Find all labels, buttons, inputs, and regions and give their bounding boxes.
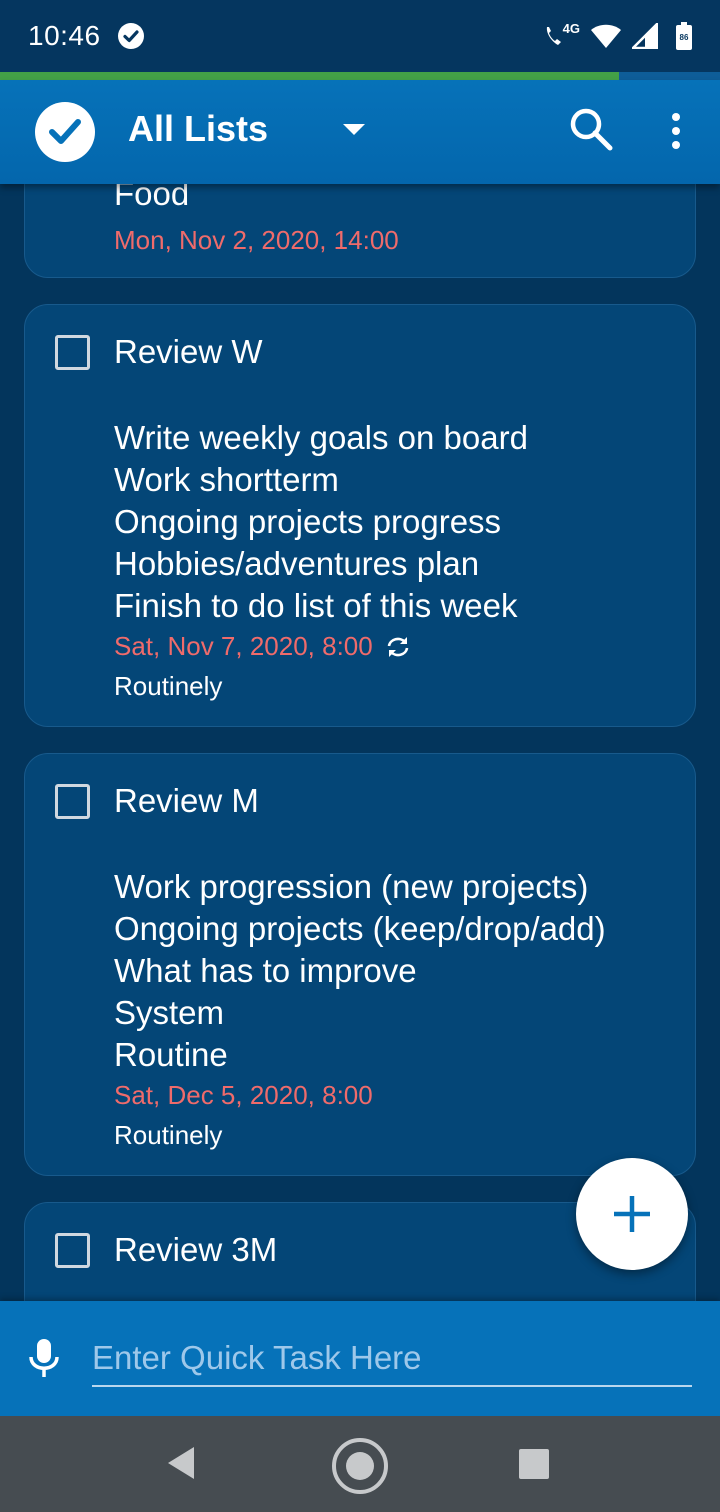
plus-icon bbox=[614, 1196, 650, 1232]
task-notes: Write weekly goals on board Work shortte… bbox=[114, 417, 528, 627]
task-title[interactable]: Review 3M bbox=[114, 1231, 277, 1269]
task-list[interactable]: Food Mon, Nov 2, 2020, 14:00 Review W Wr… bbox=[0, 184, 720, 1301]
task-checkbox[interactable] bbox=[55, 1233, 90, 1268]
task-title[interactable]: Food bbox=[114, 184, 189, 213]
task-note-line: Routine bbox=[114, 1036, 228, 1073]
task-card[interactable]: Review W Write weekly goals on board Wor… bbox=[24, 304, 696, 727]
app-logo-check-icon[interactable] bbox=[35, 102, 95, 162]
task-due-date-text: Sat, Nov 7, 2020, 8:00 bbox=[114, 631, 373, 661]
task-due-date: Mon, Nov 2, 2020, 14:00 bbox=[114, 225, 399, 256]
task-note-line: Ongoing projects (keep/drop/add) bbox=[114, 910, 606, 947]
status-bar: 10:46 4G 86 bbox=[0, 0, 720, 72]
task-title[interactable]: Review W bbox=[114, 333, 263, 371]
task-repeat-label: Routinely bbox=[114, 1120, 223, 1150]
task-checkbox[interactable] bbox=[55, 784, 90, 819]
app-bar: All Lists bbox=[0, 80, 720, 184]
repeat-icon bbox=[387, 636, 409, 657]
task-note-line: What has to improve bbox=[114, 952, 417, 989]
task-note-line: Hobbies/adventures plan bbox=[114, 545, 480, 582]
phone-4g-icon: 4G bbox=[543, 21, 580, 49]
task-note-line: System bbox=[114, 994, 225, 1031]
network-label: 4G bbox=[562, 21, 580, 36]
search-icon[interactable] bbox=[568, 106, 614, 152]
status-time: 10:46 bbox=[28, 20, 101, 51]
more-vert-icon[interactable] bbox=[664, 106, 688, 156]
wifi-icon bbox=[591, 24, 621, 48]
task-due-date-text: Mon, Nov 2, 2020, 14:00 bbox=[114, 225, 399, 255]
task-due-date: Sat, Dec 5, 2020, 8:00 bbox=[114, 1080, 373, 1111]
nav-home-icon[interactable] bbox=[331, 1437, 389, 1495]
task-repeat-label: Routinely bbox=[114, 671, 223, 701]
task-card[interactable]: Food Mon, Nov 2, 2020, 14:00 bbox=[24, 184, 696, 278]
battery-icon: 86 bbox=[676, 22, 692, 50]
nav-recent-icon[interactable] bbox=[519, 1449, 549, 1479]
sync-progress-fill bbox=[0, 72, 620, 80]
check-circle-icon bbox=[117, 23, 144, 49]
task-due-date-text: Sat, Dec 5, 2020, 8:00 bbox=[114, 1080, 373, 1110]
sync-progress-bar bbox=[0, 72, 720, 80]
system-nav-bar bbox=[0, 1416, 720, 1512]
list-selector-title[interactable]: All Lists bbox=[128, 108, 268, 150]
battery-level: 86 bbox=[679, 33, 689, 42]
task-title[interactable]: Review M bbox=[114, 782, 259, 820]
task-due-date: Sat, Nov 7, 2020, 8:00 bbox=[114, 631, 411, 662]
quick-task-bar bbox=[0, 1301, 720, 1416]
task-checkbox[interactable] bbox=[55, 335, 90, 370]
task-notes: Work progression (new projects) Ongoing … bbox=[114, 866, 606, 1076]
add-task-button[interactable] bbox=[576, 1158, 688, 1270]
chevron-down-icon[interactable] bbox=[343, 124, 365, 136]
mic-icon[interactable] bbox=[26, 1337, 62, 1379]
signal-icon bbox=[632, 23, 658, 49]
task-note-line: Work shortterm bbox=[114, 461, 339, 498]
task-note-line: Ongoing projects progress bbox=[114, 503, 502, 540]
task-note-line: Finish to do list of this week bbox=[114, 587, 518, 624]
status-icons: 4G 86 bbox=[543, 21, 692, 50]
task-note-line: Work progression (new projects) bbox=[114, 868, 589, 905]
nav-back-icon[interactable] bbox=[166, 1446, 196, 1480]
task-card[interactable]: Review M Work progression (new projects)… bbox=[24, 753, 696, 1176]
task-note-line: Write weekly goals on board bbox=[114, 419, 528, 456]
quick-task-input[interactable] bbox=[92, 1331, 692, 1387]
